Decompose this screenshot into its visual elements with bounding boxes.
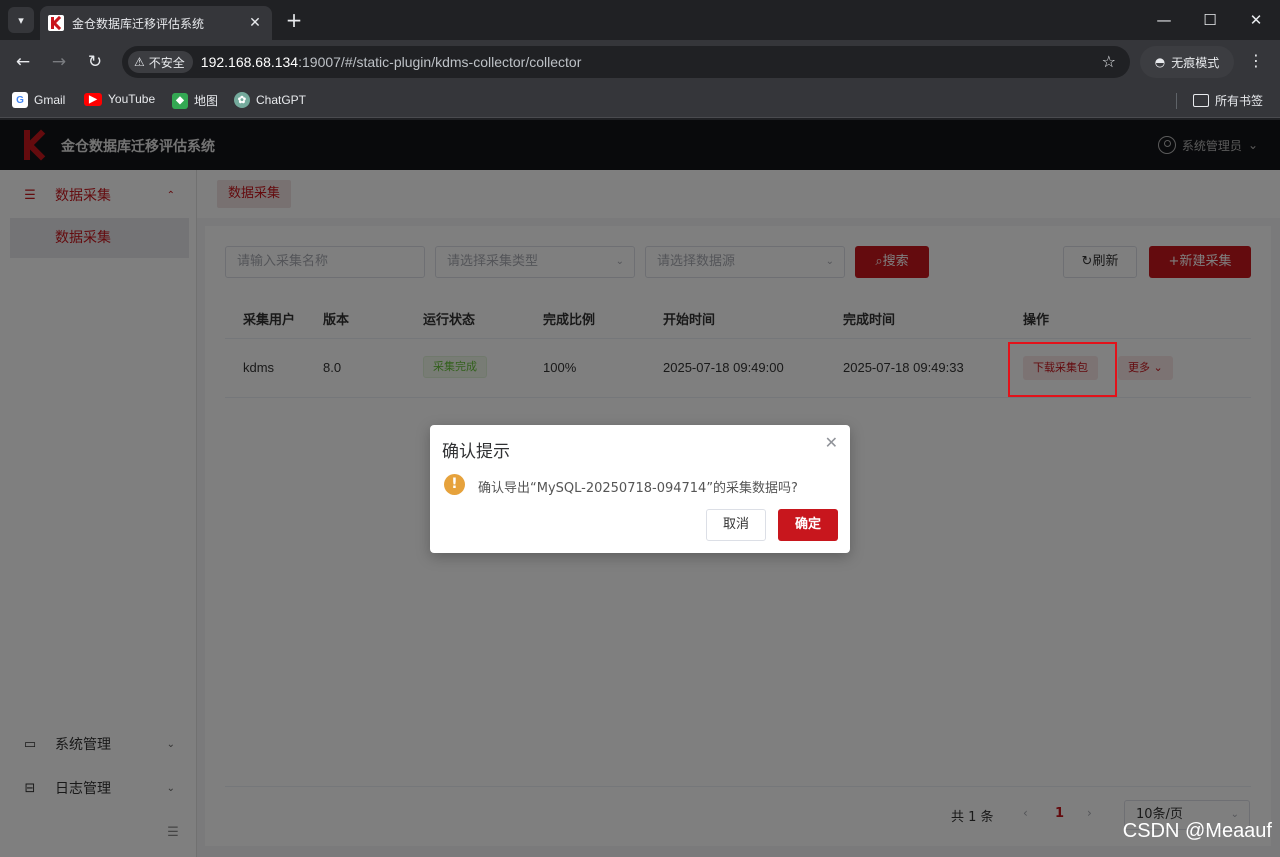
bookmarks-divider [1176,93,1177,109]
dialog-close-icon[interactable]: ✕ [825,433,838,452]
chatgpt-icon: ✿ [234,92,250,108]
security-chip[interactable]: ⚠ 不安全 [128,51,193,73]
browser-tab[interactable]: 金仓数据库迁移评估系统 ✕ [40,6,272,40]
forward-arrow-icon[interactable]: → [48,51,70,73]
bookmark-label: YouTube [108,92,156,106]
url-path: :19007/#/static-plugin/kdms-collector/co… [298,54,582,70]
address-bar[interactable]: ⚠ 不安全 192.168.68.134:19007/#/static-plug… [122,46,1130,78]
all-bookmarks-label: 所有书签 [1215,94,1264,108]
new-tab-button[interactable]: + [284,10,304,30]
reload-icon[interactable]: ↻ [84,51,106,73]
bookmark-label: ChatGPT [256,93,307,107]
cancel-button[interactable]: 取消 [706,509,766,541]
bookmark-label: Gmail [34,93,66,107]
dialog-title: 确认提示 [442,442,510,462]
incognito-chip[interactable]: ◓ 无痕模式 [1140,46,1234,78]
maps-icon: ◆ [172,92,188,109]
url-host: 192.168.68.134 [200,54,299,70]
bookmark-chatgpt[interactable]: ✿ ChatGPT [234,92,306,108]
warning-triangle-icon: ⚠ [134,55,145,69]
highlight-box [1008,342,1117,397]
dialog-message: 确认导出“MySQL-20250718-094714”的采集数据吗? [478,481,798,496]
warning-icon: ! [444,474,465,495]
tab-title: 金仓数据库迁移评估系统 [72,16,205,31]
youtube-icon: ▶ [84,92,102,106]
incognito-label: 无痕模式 [1171,55,1220,70]
tab-search-button[interactable]: ▾ [8,7,34,33]
maximize-icon[interactable]: ☐ [1200,10,1220,30]
url-text[interactable]: 192.168.68.134:19007/#/static-plugin/kdm… [201,54,582,70]
bookmarks-bar: G Gmail ▶ YouTube ◆ 地图 ✿ ChatGPT 所有书签 [0,84,1280,118]
minimize-icon[interactable]: — [1154,10,1174,30]
browser-toolbar: ← → ↻ ⚠ 不安全 192.168.68.134:19007/#/stati… [0,40,1280,84]
browser-menu-icon[interactable]: ⋮ [1246,51,1266,70]
google-icon: G [12,92,28,108]
bookmark-gmail[interactable]: G Gmail [12,92,65,108]
browser-tab-strip: ▾ 金仓数据库迁移评估系统 ✕ + — ☐ ✕ [0,0,1280,40]
kingbase-favicon-icon [48,15,64,31]
incognito-icon: ◓ [1154,55,1166,69]
tab-close-icon[interactable]: ✕ [246,14,264,32]
bookmark-label: 地图 [194,94,219,108]
bookmark-maps[interactable]: ◆ 地图 [172,92,218,109]
folder-icon [1193,94,1209,107]
confirm-dialog: 确认提示 ✕ ! 确认导出“MySQL-20250718-094714”的采集数… [430,425,850,553]
all-bookmarks[interactable]: 所有书签 [1193,92,1263,109]
window-close-icon[interactable]: ✕ [1246,10,1266,30]
bookmark-youtube[interactable]: ▶ YouTube [84,92,155,106]
bookmark-star-icon[interactable]: ☆ [1102,52,1116,71]
csdn-watermark: CSDN @Meaauf [1122,820,1272,842]
back-arrow-icon[interactable]: ← [12,51,34,73]
security-label: 不安全 [148,55,185,70]
confirm-button[interactable]: 确定 [778,509,838,541]
